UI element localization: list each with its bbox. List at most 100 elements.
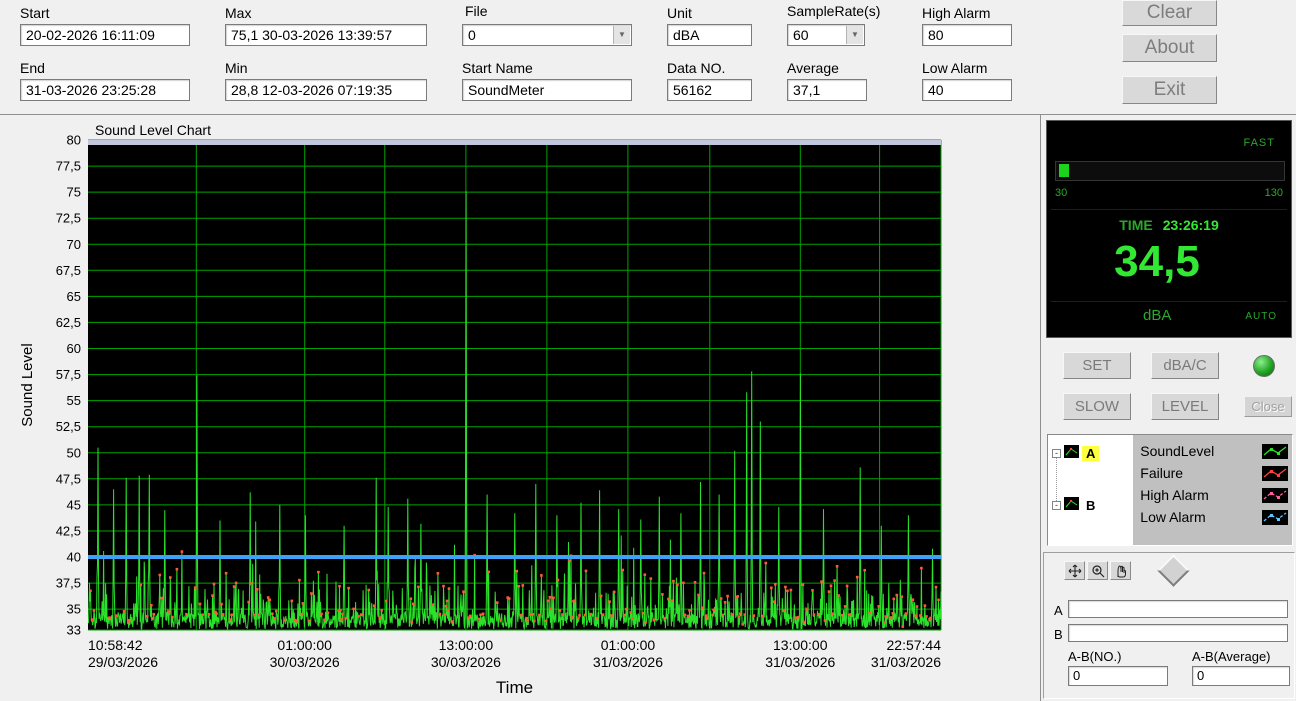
zoom-tool-button[interactable] xyxy=(1087,561,1108,580)
start-name-label: Start Name xyxy=(462,60,533,76)
meter-mode-indicator: FAST xyxy=(1243,137,1275,149)
svg-text:13:00:00: 13:00:00 xyxy=(439,637,494,653)
sound-meter-app-window: Start 20-02-2026 16:11:09 End 31-03-2026… xyxy=(0,0,1296,701)
legend-item-failure[interactable]: Failure xyxy=(1133,462,1292,484)
svg-text:55: 55 xyxy=(67,393,81,408)
cursor-nav-pad[interactable] xyxy=(1157,554,1190,587)
cursor-a-label: A xyxy=(1054,603,1063,618)
svg-text:30/03/2026: 30/03/2026 xyxy=(270,654,340,670)
end-field[interactable]: 31-03-2026 23:25:28 xyxy=(20,79,190,101)
svg-text:13:00:00: 13:00:00 xyxy=(773,637,828,653)
set-button[interactable]: SET xyxy=(1063,352,1131,379)
file-combobox-arrow-icon[interactable]: ▼ xyxy=(613,26,630,44)
svg-text:33: 33 xyxy=(67,623,81,638)
soundlevel-line-style-icon xyxy=(1262,443,1288,459)
cursor-a-tree-label: A xyxy=(1082,445,1100,461)
exit-button[interactable]: Exit xyxy=(1122,76,1217,104)
level-button[interactable]: LEVEL xyxy=(1151,393,1219,420)
svg-text:70: 70 xyxy=(67,237,81,252)
svg-text:01:00:00: 01:00:00 xyxy=(601,637,656,653)
status-led-indicator xyxy=(1253,355,1275,377)
pan-hand-tool-button[interactable] xyxy=(1110,561,1131,580)
max-field[interactable]: 75,1 30-03-2026 13:39:57 xyxy=(225,24,427,46)
low-alarm-line-style-icon xyxy=(1262,509,1288,525)
cursor-b-tree-label: B xyxy=(1086,497,1096,513)
svg-text:60: 60 xyxy=(67,341,81,356)
svg-text:40: 40 xyxy=(67,550,81,565)
header-panel: Start 20-02-2026 16:11:09 End 31-03-2026… xyxy=(0,0,1296,115)
svg-text:67,5: 67,5 xyxy=(56,263,81,278)
clear-button[interactable]: Clear xyxy=(1122,0,1217,26)
unit-field[interactable]: dBA xyxy=(667,24,752,46)
svg-text:62,5: 62,5 xyxy=(56,315,81,330)
meter-time-row: TIME 23:26:19 xyxy=(1047,217,1291,233)
failure-line-style-icon xyxy=(1262,465,1288,481)
about-button[interactable]: About xyxy=(1122,34,1217,62)
legend-tree-node-a[interactable]: - A xyxy=(1052,445,1100,461)
ab-no-field[interactable]: 0 xyxy=(1068,666,1168,686)
svg-text:22:57:44: 22:57:44 xyxy=(887,637,942,653)
tree-expander-icon[interactable]: - xyxy=(1052,448,1061,458)
meter-range-mode: AUTO xyxy=(1245,311,1277,322)
right-panel: FAST 30 130 TIME 23:26:19 34,5 dBA AUTO S… xyxy=(1040,115,1296,701)
start-field[interactable]: 20-02-2026 16:11:09 xyxy=(20,24,190,46)
svg-text:37,5: 37,5 xyxy=(56,576,81,591)
legend-item-soundlevel[interactable]: SoundLevel xyxy=(1133,440,1292,462)
svg-text:31/03/2026: 31/03/2026 xyxy=(765,654,835,670)
current-level-value: 34,5 xyxy=(1114,237,1200,286)
legend-tree-node-b[interactable]: - B xyxy=(1052,497,1099,513)
svg-text:52,5: 52,5 xyxy=(56,419,81,434)
high-alarm-label: High Alarm xyxy=(922,5,991,21)
svg-text:01:00:00: 01:00:00 xyxy=(277,637,332,653)
tree-expander-icon[interactable]: - xyxy=(1052,500,1061,510)
min-label: Min xyxy=(225,60,248,76)
legend-node-icon xyxy=(1064,445,1079,461)
average-field[interactable]: 37,1 xyxy=(787,79,867,101)
sample-rate-combobox-arrow-icon[interactable]: ▼ xyxy=(846,26,863,44)
start-label: Start xyxy=(20,5,50,21)
svg-text:30/03/2026: 30/03/2026 xyxy=(431,654,501,670)
cursor-b-label: B xyxy=(1054,627,1063,642)
tree-connector-line xyxy=(1056,455,1057,501)
cursor-move-tool-button[interactable] xyxy=(1064,561,1085,580)
meter-display: FAST 30 130 TIME 23:26:19 34,5 dBA AUTO xyxy=(1046,120,1292,338)
min-field[interactable]: 28,8 12-03-2026 07:19:35 xyxy=(225,79,427,101)
sample-rate-label: SampleRate(s) xyxy=(787,3,881,19)
legend-list: SoundLevel Failure High Alarm Low Alarm xyxy=(1133,435,1292,545)
close-button[interactable]: Close xyxy=(1244,396,1292,417)
svg-text:72,5: 72,5 xyxy=(56,211,81,226)
gauge-scale-min: 30 xyxy=(1055,187,1068,199)
cursor-a-field[interactable] xyxy=(1068,600,1288,618)
cursor-panel: A B A-B(NO.) A-B(Average) 0 0 xyxy=(1043,552,1295,699)
svg-text:Time: Time xyxy=(496,678,533,697)
svg-text:77,5: 77,5 xyxy=(56,159,81,174)
file-label: File xyxy=(465,3,488,19)
sound-level-chart: 33 35 37,5 40 42,5 45 47,5 50 52,5 55 57,5 60 62,5 65… xyxy=(19,133,942,697)
ab-no-label: A-B(NO.) xyxy=(1068,649,1122,664)
svg-text:45: 45 xyxy=(67,497,81,512)
start-name-field[interactable]: SoundMeter xyxy=(462,79,632,101)
svg-text:10:58:42: 10:58:42 xyxy=(88,637,143,653)
legend-item-low-alarm[interactable]: Low Alarm xyxy=(1133,506,1292,528)
data-no-field[interactable]: 56162 xyxy=(667,79,752,101)
svg-text:75: 75 xyxy=(67,185,81,200)
file-combobox[interactable]: 0 ▼ xyxy=(462,24,632,46)
dbac-button[interactable]: dBA/C xyxy=(1151,352,1219,379)
svg-text:42,5: 42,5 xyxy=(56,524,81,539)
svg-text:31/03/2026: 31/03/2026 xyxy=(593,654,663,670)
slow-button[interactable]: SLOW xyxy=(1063,393,1131,420)
data-no-label: Data NO. xyxy=(667,60,726,76)
high-alarm-field[interactable]: 80 xyxy=(922,24,1012,46)
sample-rate-combobox-value: 60 xyxy=(793,27,809,43)
file-combobox-value: 0 xyxy=(468,27,476,43)
time-value: 23:26:19 xyxy=(1162,217,1219,233)
sample-rate-combobox[interactable]: 60 ▼ xyxy=(787,24,865,46)
ab-avg-label: A-B(Average) xyxy=(1192,649,1271,664)
legend-item-high-alarm[interactable]: High Alarm xyxy=(1133,484,1292,506)
cursor-b-field[interactable] xyxy=(1068,624,1288,642)
low-alarm-field[interactable]: 40 xyxy=(922,79,1012,101)
gauge-scale-max: 130 xyxy=(1264,187,1283,199)
chart-title: Sound Level Chart xyxy=(95,122,211,138)
ab-avg-field[interactable]: 0 xyxy=(1192,666,1290,686)
high-alarm-line-style-icon xyxy=(1262,487,1288,503)
